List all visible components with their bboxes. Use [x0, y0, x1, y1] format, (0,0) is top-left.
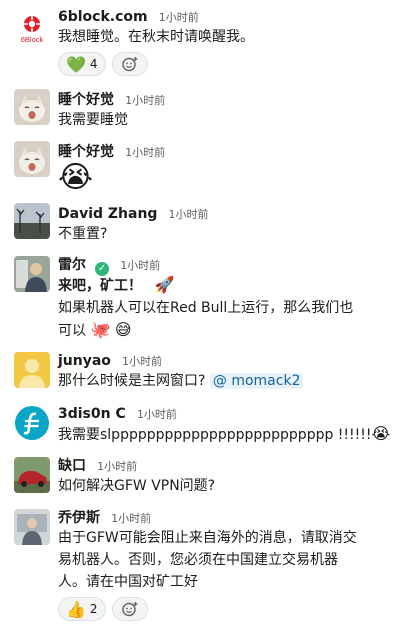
photo-avatar-icon: [14, 509, 50, 545]
avatar[interactable]: [14, 457, 50, 493]
svg-text:6Block: 6Block: [21, 35, 44, 44]
timestamp[interactable]: 1小时前: [111, 512, 151, 525]
user-mention[interactable]: @ momack2: [209, 373, 304, 389]
add-reaction-button[interactable]: [111, 597, 148, 621]
timestamp[interactable]: 1小时前: [159, 11, 199, 24]
green-heart-icon: 💚: [66, 54, 86, 74]
timestamp[interactable]: 1小时前: [169, 208, 209, 221]
message-text: 可以 🐙 😅: [58, 319, 389, 342]
crying-face-icon: 😭: [371, 424, 391, 443]
timestamp[interactable]: 1小时前: [122, 355, 162, 368]
message-text: 不重置?: [58, 226, 108, 242]
timestamp[interactable]: 1小时前: [125, 146, 165, 159]
avatar[interactable]: 6Block: [14, 10, 50, 46]
sender-name[interactable]: 缺口: [58, 458, 86, 474]
avatar[interactable]: [14, 509, 50, 545]
sender-name[interactable]: 乔伊斯: [58, 510, 100, 526]
grinning-sweat-icon: 😅: [114, 320, 132, 339]
sleeping-cat-avatar-icon: [14, 141, 50, 177]
add-emoji-icon: [121, 57, 138, 72]
message-text: 如果机器人可以在Red Bull上运行，那么我们也: [58, 300, 354, 316]
message-text: 如何解决GFW VPN问题?: [58, 478, 216, 494]
sender-name[interactable]: 6block.com: [58, 9, 148, 25]
message-text: 我需要slppppppppppppppppppppppppp !!!!!!😭: [58, 423, 391, 446]
timestamp[interactable]: 1小时前: [125, 94, 165, 107]
thumbs-up-icon: 👍: [66, 599, 86, 619]
message-text: 来吧，矿工！ 🚀: [58, 274, 389, 297]
message-title: 来吧，矿工！: [58, 278, 142, 294]
avatar[interactable]: [14, 203, 50, 239]
crying-face-icon: 😭: [58, 160, 94, 195]
timestamp[interactable]: 1小时前: [120, 259, 160, 272]
message-text-body: 那什么时候是主网窗口?: [58, 373, 206, 389]
message-text-line: 人。请在中国对矿工好: [58, 574, 198, 590]
sender-name[interactable]: 雷尔: [58, 257, 86, 273]
message-text: 我想睡觉。在秋末时请唤醒我。: [58, 29, 254, 45]
cartoon-octopus-icon: 🐙: [90, 320, 111, 339]
default-user-avatar-icon: [14, 352, 50, 388]
message-feed: 6Block 6block.com 1小时前 我想睡觉。在秋末时请唤醒我。 💚 …: [0, 0, 397, 628]
reaction-green-heart[interactable]: 💚 4: [58, 52, 106, 76]
person-avatar-icon: [14, 256, 50, 292]
reaction-count: 4: [89, 57, 98, 71]
message-text: 我需要睡觉: [58, 112, 128, 128]
message-text-body: 我需要slppppppppppppppppppppppppp !!!!!!: [58, 427, 372, 443]
sender-name[interactable]: junyao: [58, 353, 111, 369]
car-avatar-icon: [14, 457, 50, 493]
message-text-line: 由于GFW可能会阻止来自海外的消息，请取消交: [58, 530, 357, 546]
avatar[interactable]: [14, 89, 50, 125]
message-text-continued: 可以: [58, 323, 86, 339]
avatar[interactable]: [14, 141, 50, 177]
6block-logo-icon: 6Block: [14, 10, 50, 46]
sender-name[interactable]: 3dis0n C: [58, 406, 126, 422]
message-text: 那什么时候是主网窗口? @ momack2: [58, 370, 389, 392]
avatar[interactable]: [14, 405, 50, 441]
reaction-thumbs-up[interactable]: 👍 2: [58, 597, 106, 621]
reaction-count: 2: [89, 602, 98, 616]
sender-name[interactable]: David Zhang: [58, 206, 157, 222]
sender-name[interactable]: 睡个好觉: [58, 92, 114, 108]
sleeping-cat-avatar-icon: [14, 89, 50, 125]
avatar[interactable]: [14, 256, 50, 292]
add-reaction-button[interactable]: [111, 52, 148, 76]
sender-name[interactable]: 睡个好觉: [58, 144, 114, 160]
rocket-icon: 🚀: [154, 275, 175, 294]
add-emoji-icon: [121, 602, 138, 617]
landscape-avatar-icon: [14, 203, 50, 239]
message-text-line: 易机器人。否则，您必须在中国建立交易机器: [58, 552, 338, 568]
filecoin-logo-icon: [14, 405, 50, 441]
avatar[interactable]: [14, 352, 50, 388]
timestamp[interactable]: 1小时前: [97, 460, 137, 473]
timestamp[interactable]: 1小时前: [137, 408, 177, 421]
